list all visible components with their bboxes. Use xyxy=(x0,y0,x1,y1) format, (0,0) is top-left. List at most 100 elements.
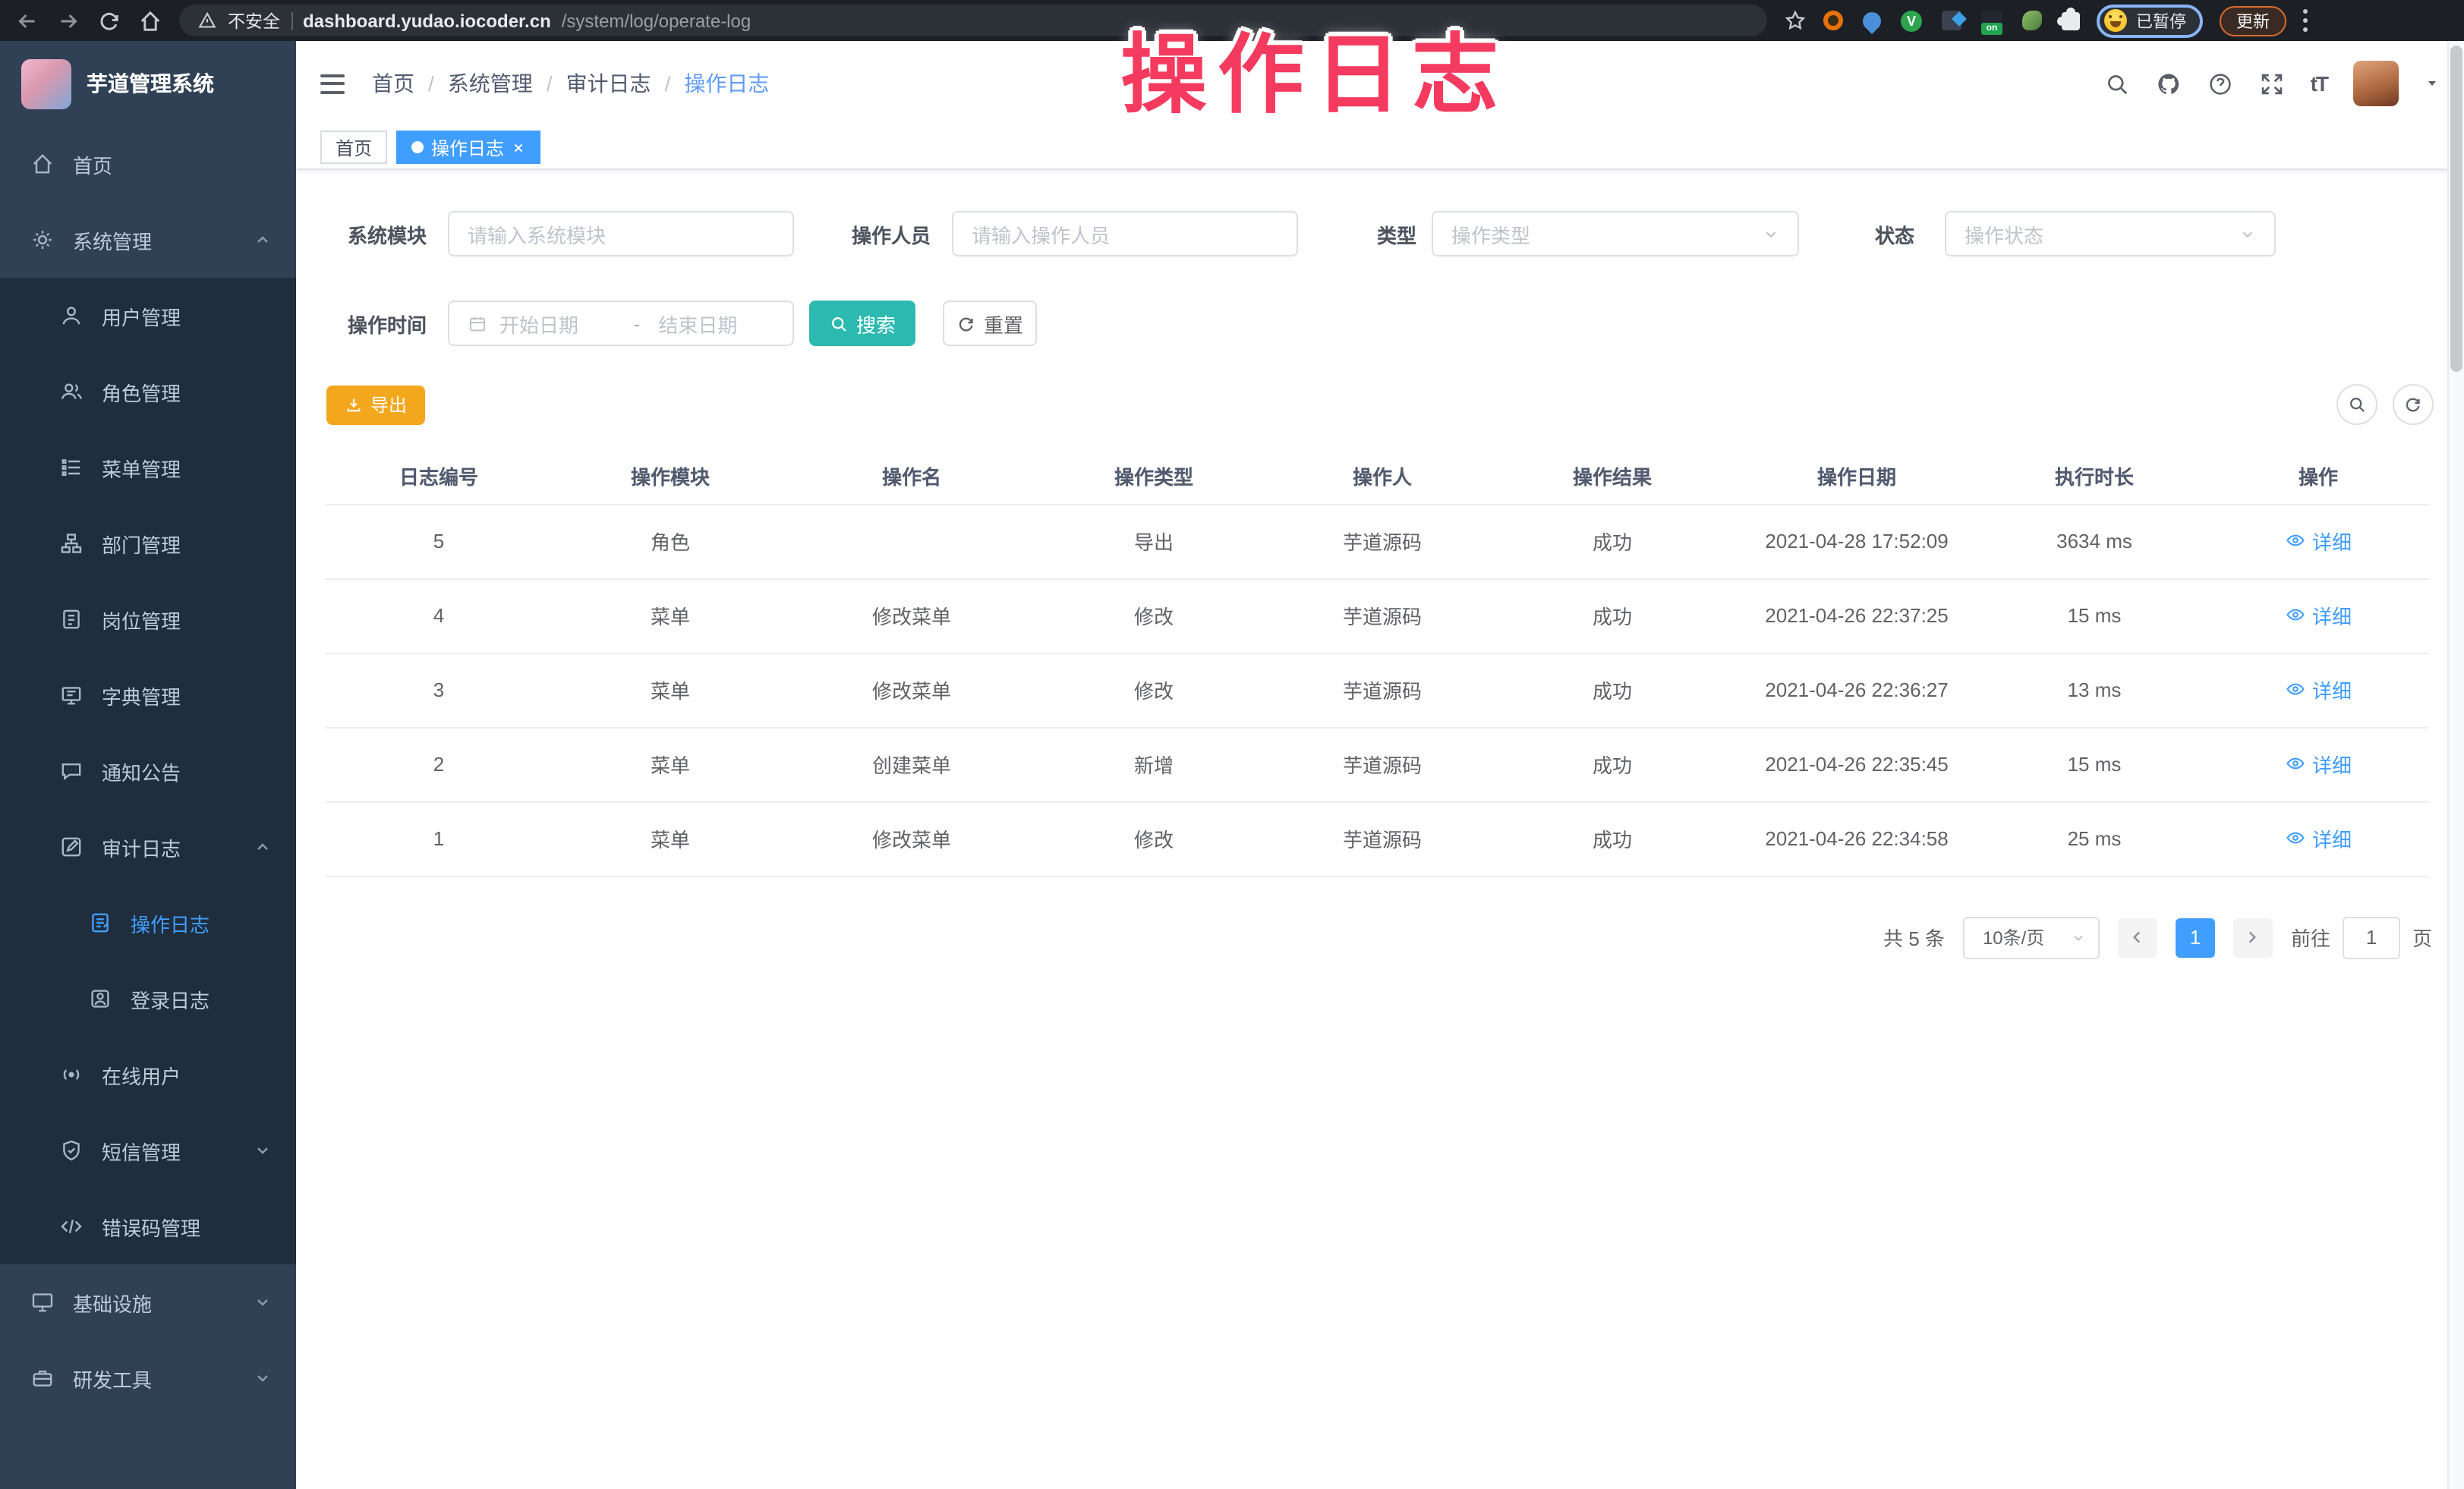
export-button[interactable]: 导出 xyxy=(326,385,425,424)
browser-reload-icon[interactable] xyxy=(97,8,121,33)
extension-orange-icon[interactable] xyxy=(1823,11,1843,30)
browser-home-icon[interactable] xyxy=(138,8,162,33)
sidebar-item-home[interactable]: 首页 xyxy=(0,126,296,202)
page-number-1[interactable]: 1 xyxy=(2176,918,2215,957)
breadcrumb-home[interactable]: 首页 xyxy=(372,68,414,99)
sidebar-item-system-management[interactable]: 系统管理 xyxy=(0,202,296,278)
search-icon xyxy=(829,313,849,333)
detail-link[interactable]: 详细 xyxy=(2285,824,2352,853)
extension-pin-icon[interactable] xyxy=(1859,8,1885,33)
sidebar-item-dev-tools[interactable]: 研发工具 xyxy=(0,1340,296,1416)
refresh-table-button[interactable] xyxy=(2393,384,2434,425)
breadcrumb-system[interactable]: 系统管理 xyxy=(448,68,533,99)
help-icon[interactable] xyxy=(2207,71,2233,96)
sidebar-item-infrastructure[interactable]: 基础设施 xyxy=(0,1264,296,1340)
operator-input[interactable]: 请输入操作人员 xyxy=(952,211,1298,257)
toggle-search-button[interactable] xyxy=(2336,384,2377,425)
prev-page-button[interactable] xyxy=(2118,918,2157,957)
font-size-icon[interactable]: tT xyxy=(2311,71,2327,96)
address-bar[interactable]: 不安全 dashboard.yudao.iocoder.cn/system/lo… xyxy=(179,5,1767,36)
sidebar-item-login-log[interactable]: 登录日志 xyxy=(0,961,296,1037)
end-date-placeholder[interactable]: 结束日期 xyxy=(658,309,774,338)
sidebar-item-sms-management[interactable]: 短信管理 xyxy=(0,1113,296,1188)
bookmark-star-icon[interactable] xyxy=(1784,9,1807,32)
total-count: 共 5 条 xyxy=(1883,923,1945,952)
sidebar-item-dict-management[interactable]: 字典管理 xyxy=(0,657,296,733)
extension-stack-icon[interactable] xyxy=(1942,11,1961,30)
start-date-placeholder[interactable]: 开始日期 xyxy=(499,309,616,338)
detail-link[interactable]: 详细 xyxy=(2285,601,2352,630)
sidebar: 芋道管理系统 首页 系统管理 用户管理 角色管理 xyxy=(0,41,296,1489)
detail-link[interactable]: 详细 xyxy=(2285,527,2352,556)
tag-home[interactable]: 首页 xyxy=(320,131,387,164)
tags-view: 首页 操作日志 xyxy=(296,126,2464,170)
extension-green-icon[interactable]: V xyxy=(1901,10,1922,31)
table-row: 4 菜单 修改菜单 修改 芋道源码 成功 2021-04-26 22:37:25… xyxy=(325,578,2429,653)
app-logo-row[interactable]: 芋道管理系统 xyxy=(0,41,296,126)
sidebar-item-menu-management[interactable]: 菜单管理 xyxy=(0,430,296,505)
detail-link[interactable]: 详细 xyxy=(2285,750,2352,779)
browser-forward-icon[interactable] xyxy=(56,8,80,33)
user-icon xyxy=(59,304,83,328)
goto-page-input[interactable] xyxy=(2343,916,2400,959)
fullscreen-icon[interactable] xyxy=(2259,71,2285,96)
detail-link[interactable]: 详细 xyxy=(2285,675,2352,704)
github-icon[interactable] xyxy=(2156,71,2182,96)
chevron-down-icon xyxy=(254,1293,272,1311)
sidebar-item-post-management[interactable]: 岗位管理 xyxy=(0,581,296,657)
search-button[interactable]: 搜索 xyxy=(809,301,915,346)
sidebar-item-notice[interactable]: 通知公告 xyxy=(0,733,296,809)
col-type: 操作类型 xyxy=(1035,449,1272,504)
extension-switch-icon[interactable]: on xyxy=(1981,10,2002,31)
url-path[interactable]: /system/log/operate-log xyxy=(562,10,751,31)
date-separator: - xyxy=(628,312,647,335)
hamburger-icon[interactable] xyxy=(320,74,345,93)
browser-update-button[interactable]: 更新 xyxy=(2220,5,2286,36)
browser-back-icon[interactable] xyxy=(15,8,39,33)
breadcrumb-audit-log[interactable]: 审计日志 xyxy=(566,68,651,99)
reset-button[interactable]: 重置 xyxy=(943,301,1037,346)
code-icon xyxy=(59,1214,83,1239)
security-label[interactable]: 不安全 xyxy=(228,8,280,33)
eye-icon xyxy=(2285,605,2306,626)
extensions-row: V on xyxy=(1823,10,2080,31)
operator-label: 操作人员 xyxy=(815,219,952,248)
announcement-icon xyxy=(59,759,83,783)
sidebar-item-user-management[interactable]: 用户管理 xyxy=(0,278,296,354)
tag-operate-log[interactable]: 操作日志 xyxy=(396,131,540,164)
sidebar-item-online-users[interactable]: 在线用户 xyxy=(0,1037,296,1113)
module-input[interactable]: 请输入系统模块 xyxy=(448,211,794,257)
dictionary-icon xyxy=(59,683,83,707)
infrastructure-icon xyxy=(30,1290,55,1314)
scrollbar-thumb[interactable] xyxy=(2450,46,2462,372)
scrollbar-track[interactable] xyxy=(2447,41,2464,1489)
next-page-button[interactable] xyxy=(2233,918,2273,957)
operate-log-icon xyxy=(88,911,112,935)
status-select[interactable]: 操作状态 xyxy=(1945,211,2276,257)
type-select[interactable]: 操作类型 xyxy=(1432,211,1799,257)
operate-log-table: 日志编号 操作模块 操作名 操作类型 操作人 操作结果 操作日期 执行时长 操作 xyxy=(325,449,2429,877)
sidebar-item-dept-management[interactable]: 部门管理 xyxy=(0,505,296,581)
browser-menu-icon[interactable] xyxy=(2303,9,2308,32)
col-date: 操作日期 xyxy=(1732,449,1981,504)
user-avatar[interactable] xyxy=(2353,61,2399,106)
date-range-input[interactable]: 开始日期 - 结束日期 xyxy=(448,301,794,346)
home-icon xyxy=(30,152,55,176)
url-host[interactable]: dashboard.yudao.iocoder.cn xyxy=(303,10,551,31)
col-duration: 执行时长 xyxy=(1981,449,2207,504)
search-icon[interactable] xyxy=(2104,71,2130,96)
col-name: 操作名 xyxy=(788,449,1035,504)
extensions-puzzle-icon[interactable] xyxy=(2062,11,2080,30)
content: 系统模块 请输入系统模块 操作人员 请输入操作人员 类型 操作类型 状态 操作状… xyxy=(296,170,2464,1489)
sidebar-item-role-management[interactable]: 角色管理 xyxy=(0,354,296,430)
sidebar-item-error-code[interactable]: 错误码管理 xyxy=(0,1188,296,1264)
page-size-select[interactable]: 10条/页 xyxy=(1963,916,2100,959)
table-row: 1 菜单 修改菜单 修改 芋道源码 成功 2021-04-26 22:34:58… xyxy=(325,801,2429,876)
extension-leaf-icon[interactable] xyxy=(2022,11,2042,30)
type-label: 类型 xyxy=(1359,219,1432,248)
sidebar-item-audit-log[interactable]: 审计日志 xyxy=(0,809,296,885)
sidebar-item-operate-log[interactable]: 操作日志 xyxy=(0,885,296,961)
close-icon[interactable] xyxy=(512,140,525,154)
avatar-caret-icon[interactable] xyxy=(2425,76,2440,91)
browser-profile-chip[interactable]: 已暂停 xyxy=(2097,4,2203,37)
